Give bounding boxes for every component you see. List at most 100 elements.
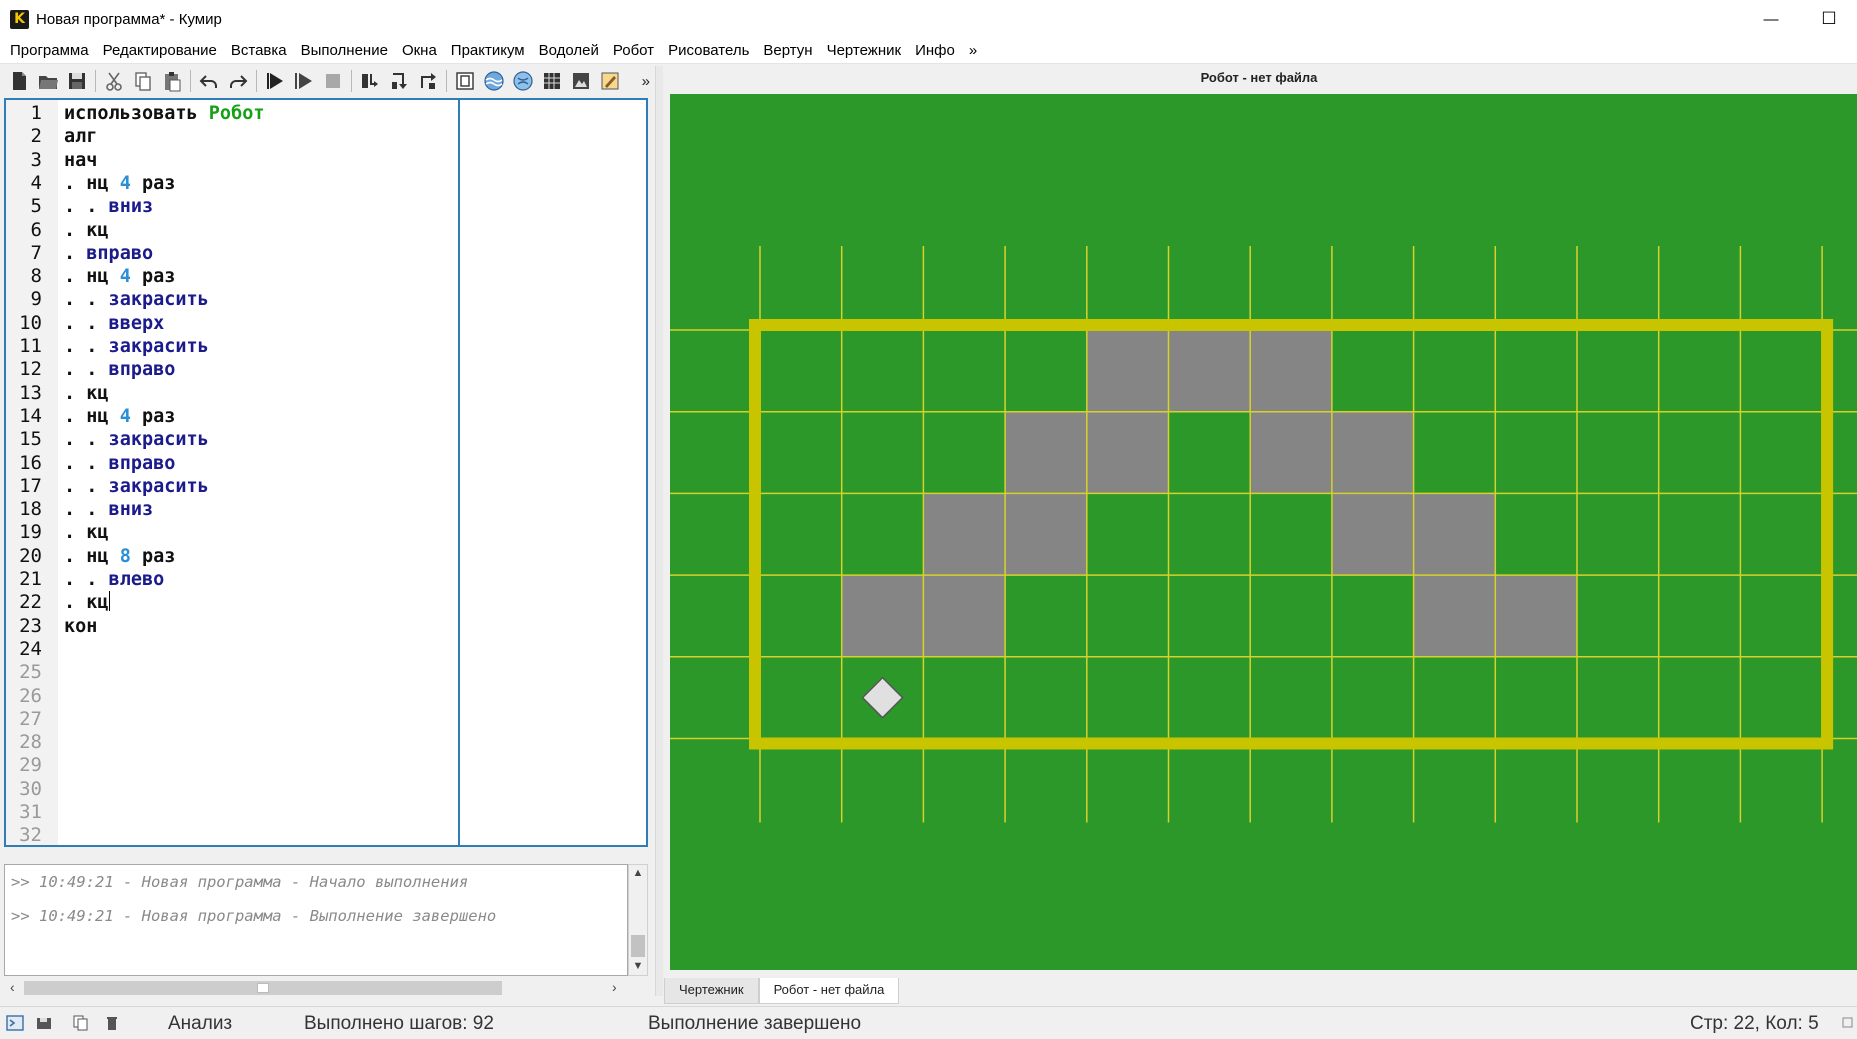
copy-button[interactable]: [130, 68, 156, 94]
code-line[interactable]: . . закрасить: [64, 475, 209, 498]
paste-button[interactable]: [159, 68, 185, 94]
save-output-icon[interactable]: [36, 1015, 54, 1031]
painted-cell: [841, 575, 924, 657]
menu-insert[interactable]: Вставка: [225, 42, 293, 59]
robot-icon: [861, 676, 904, 719]
run-button[interactable]: [262, 68, 288, 94]
painted-cell: [1086, 411, 1169, 494]
menu-info[interactable]: Инфо: [909, 42, 961, 59]
editor-margin-divider[interactable]: [458, 100, 460, 845]
panel-splitter[interactable]: [655, 66, 663, 996]
stop-button[interactable]: [320, 68, 346, 94]
redo-button[interactable]: [225, 68, 251, 94]
code-line[interactable]: . нц 4 раз: [64, 265, 175, 288]
code-token: влево: [97, 569, 165, 590]
code-line[interactable]: . нц 4 раз: [64, 405, 175, 428]
console-horizontal-scrollbar[interactable]: ‹ ›: [4, 978, 628, 998]
menu-program[interactable]: Программа: [4, 42, 95, 59]
code-token: . .: [64, 452, 98, 474]
console-vertical-scrollbar[interactable]: ▲ ▼: [628, 864, 648, 976]
code-line[interactable]: . нц 8 раз: [64, 545, 175, 568]
code-line[interactable]: . кц: [64, 591, 110, 614]
code-line[interactable]: . . вниз: [64, 498, 153, 521]
code-line[interactable]: . нц 4 раз: [64, 172, 175, 195]
scroll-right-arrow-icon[interactable]: ›: [612, 979, 617, 995]
code-token: вниз: [97, 196, 154, 218]
output-console[interactable]: >> 10:49:21 - Новая программа - Начало в…: [4, 864, 628, 976]
code-line[interactable]: . . вправо: [64, 452, 175, 475]
minimize-button[interactable]: —: [1742, 0, 1800, 38]
draw-button[interactable]: [597, 68, 623, 94]
maximize-button[interactable]: ☐: [1800, 0, 1857, 38]
painter-button[interactable]: [568, 68, 594, 94]
menu-edit[interactable]: Редактирование: [97, 42, 223, 59]
robot-field[interactable]: [670, 94, 1857, 970]
open-folder-button[interactable]: [35, 68, 61, 94]
painted-cell: [1495, 575, 1577, 657]
menu-bar: Программа Редактирование Вставка Выполне…: [0, 38, 1857, 64]
tab-robot[interactable]: Робот - нет файла: [758, 978, 900, 1004]
code-token: нц: [75, 545, 120, 567]
code-line[interactable]: . . вправо: [64, 358, 175, 381]
line-number: 29: [19, 754, 42, 777]
code-line[interactable]: . . закрасить: [64, 288, 209, 311]
code-line[interactable]: использовать Робот: [64, 102, 265, 125]
step-out-button[interactable]: [415, 68, 441, 94]
menu-vodoley[interactable]: Водолей: [533, 42, 605, 59]
line-number: 21: [19, 568, 42, 590]
copy-output-icon[interactable]: [72, 1015, 90, 1031]
save-button[interactable]: [64, 68, 90, 94]
menu-vertun[interactable]: Вертун: [757, 42, 818, 59]
resize-grip-icon[interactable]: [1842, 1015, 1854, 1031]
console-mode-icon[interactable]: [6, 1015, 24, 1031]
code-line[interactable]: . . вверх: [64, 312, 164, 335]
painted-cell: [1413, 575, 1496, 657]
menu-robot[interactable]: Робот: [607, 42, 660, 59]
code-token: алг: [64, 126, 98, 148]
painted-cell: [1005, 493, 1087, 576]
code-line[interactable]: кон: [64, 615, 97, 638]
code-line[interactable]: . вправо: [64, 242, 153, 265]
vodoley-button[interactable]: [481, 68, 507, 94]
menu-draftsman[interactable]: Чертежник: [821, 42, 908, 59]
cut-button[interactable]: [101, 68, 127, 94]
tab-draftsman[interactable]: Чертежник: [664, 978, 759, 1004]
menu-run[interactable]: Выполнение: [295, 42, 394, 59]
code-line[interactable]: нач: [64, 149, 97, 172]
code-token: 8: [119, 545, 131, 567]
scroll-up-arrow-icon[interactable]: ▲: [629, 867, 647, 879]
code-line[interactable]: . . закрасить: [64, 335, 209, 358]
step-over-button[interactable]: [357, 68, 383, 94]
scrollbar-grip[interactable]: [257, 983, 269, 993]
new-file-button[interactable]: [6, 68, 32, 94]
code-line[interactable]: алг: [64, 125, 97, 148]
scroll-down-arrow-icon[interactable]: ▼: [629, 960, 647, 972]
undo-button[interactable]: [196, 68, 222, 94]
robot-grid-button[interactable]: [539, 68, 565, 94]
menu-practicum[interactable]: Практикум: [445, 42, 531, 59]
code-line[interactable]: . кц: [64, 521, 109, 544]
line-number: 28: [19, 731, 42, 754]
code-editor[interactable]: 1 2 3 4 5 6 7 8 9 10 11 12 13 14 15 16 17 18 19 20 21 22 23 24 2…: [4, 98, 648, 847]
menu-painter[interactable]: Рисователь: [662, 42, 755, 59]
code-line[interactable]: . кц: [64, 219, 109, 242]
step-into-button[interactable]: [386, 68, 412, 94]
vertun-button[interactable]: [452, 68, 478, 94]
painted-cell: [1005, 411, 1087, 494]
menu-overflow[interactable]: »: [963, 42, 983, 59]
code-line[interactable]: . . влево: [64, 568, 164, 591]
toolbar-overflow-button[interactable]: »: [642, 73, 650, 90]
scrollbar-thumb[interactable]: [631, 935, 645, 957]
painted-cell: [1413, 493, 1496, 576]
scroll-left-arrow-icon[interactable]: ‹: [10, 979, 15, 995]
code-line[interactable]: . . вниз: [64, 195, 153, 218]
painted-cell: [1250, 330, 1332, 412]
menu-windows[interactable]: Окна: [396, 42, 443, 59]
code-line[interactable]: . . закрасить: [64, 428, 209, 451]
globe-button[interactable]: [510, 68, 536, 94]
code-line[interactable]: . кц: [64, 382, 109, 405]
painted-cell: [923, 493, 1006, 576]
line-number: 23: [19, 614, 42, 637]
run-step-button[interactable]: [291, 68, 317, 94]
clear-output-icon[interactable]: [104, 1015, 122, 1031]
